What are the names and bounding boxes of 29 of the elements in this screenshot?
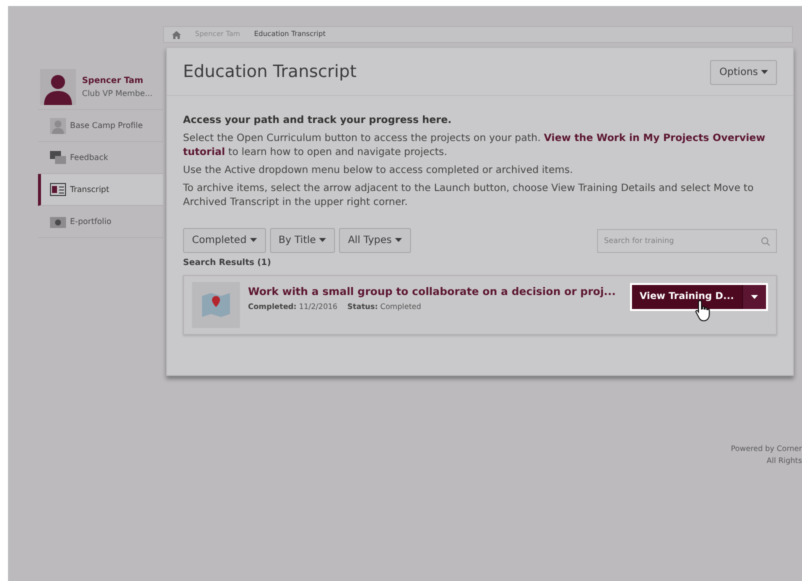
profile-role: Club VP Membe...	[82, 88, 153, 100]
profile-name: Spencer Tam	[82, 75, 144, 88]
sidebar-item[interactable]: Transcript	[38, 174, 163, 206]
sidebar-item[interactable]: Base Camp Profile	[38, 110, 163, 142]
caret-icon	[394, 238, 402, 242]
caret-icon	[250, 238, 257, 242]
intro-text: To archive items, select the arrow adjacent to the Launch button, choose View Training Details and select Move to Archived Transcript in the upper right corner.	[183, 182, 755, 210]
options-button[interactable]: Options	[710, 60, 777, 85]
dropdown-toggle[interactable]	[742, 284, 766, 309]
caret-icon	[318, 238, 326, 242]
sidebar-item[interactable]: E-portfolio	[38, 206, 163, 238]
result-title[interactable]: Work with a small group to collaborate on a decision or proj...	[248, 284, 616, 300]
intro-text: Use the Active dropdown menu below to access completed or archived items.	[183, 164, 574, 178]
search-icon	[761, 236, 770, 246]
caret-icon	[761, 70, 768, 74]
intro-text: Select the Open Curriculum button to access the projects on your path. View the Work in My Projects Overview tutorial to learn how to open and navigate projects.	[183, 132, 766, 160]
filter-dropdown[interactable]: Completed	[183, 228, 266, 253]
results-label: Search Results (1)	[182, 257, 272, 270]
filter-dropdown[interactable]: All Types	[338, 228, 411, 253]
page-title: Education Transcript	[183, 62, 356, 83]
home-icon	[172, 30, 181, 38]
intro-heading: Access your path and track your progress here.	[183, 114, 453, 128]
caret-icon	[751, 294, 758, 299]
map-pin-icon	[202, 292, 230, 318]
chat-icon	[50, 150, 66, 166]
id-card-icon	[50, 182, 66, 198]
view-details-button[interactable]: View Training D...	[632, 284, 742, 309]
filter-dropdown[interactable]: By Title	[270, 228, 335, 253]
person-icon	[50, 118, 66, 134]
